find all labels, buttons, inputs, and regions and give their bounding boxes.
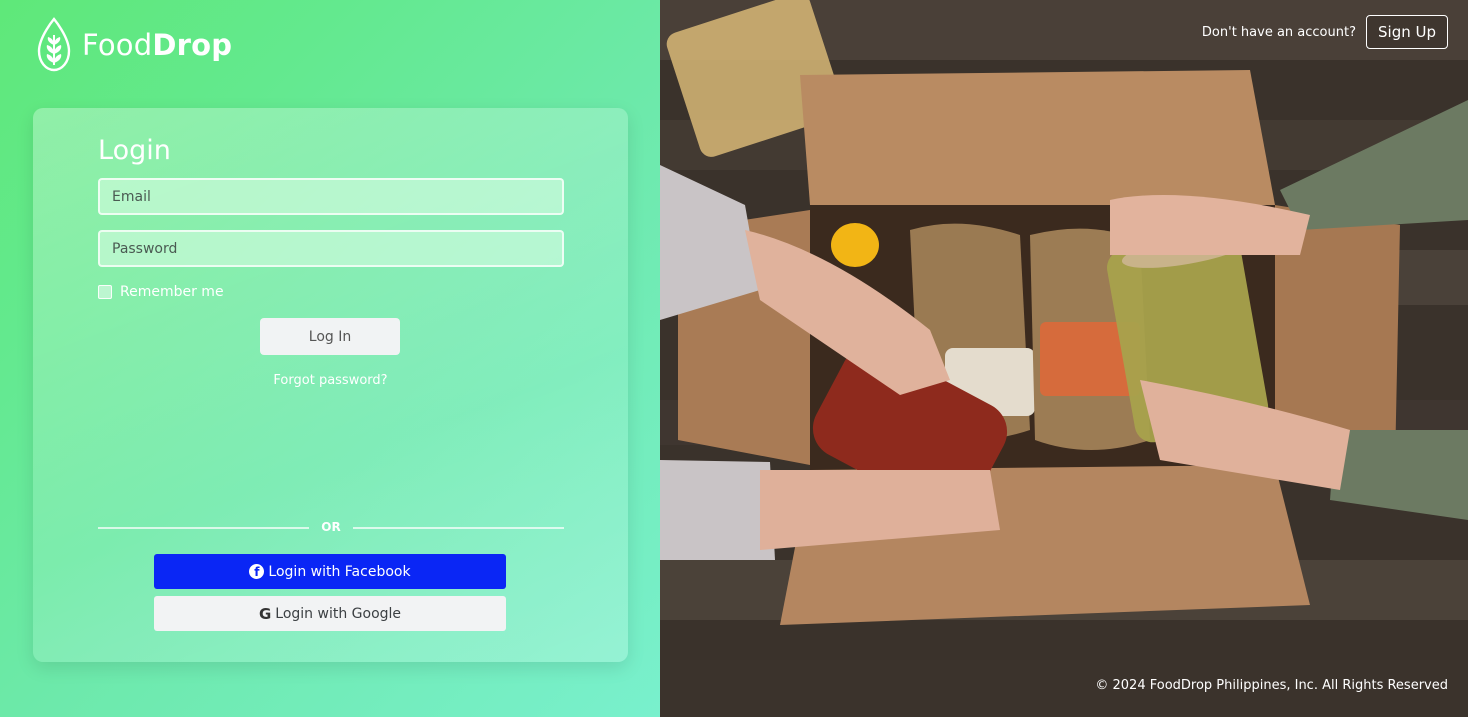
facebook-login-label: Login with Facebook [268, 563, 411, 580]
google-login-button[interactable]: G Login with Google [154, 596, 506, 631]
google-icon: G [258, 604, 272, 623]
google-login-label: Login with Google [275, 605, 402, 622]
leaf-drop-logo-icon [37, 17, 71, 72]
signup-button[interactable]: Sign Up [1366, 15, 1448, 49]
brand-name-bold: Drop [152, 28, 233, 62]
facebook-icon: f [249, 564, 265, 579]
email-field[interactable] [98, 178, 564, 215]
or-divider: OR [98, 520, 564, 536]
remember-me-label: Remember me [120, 284, 224, 300]
remember-me-checkbox[interactable] [98, 285, 112, 299]
food-donation-box-photo [660, 0, 1468, 717]
hero-image-panel: Don't have an account? Sign Up © 2024 Fo… [660, 0, 1468, 717]
login-title: Login [98, 135, 171, 166]
brand-name-light: Food [82, 28, 153, 62]
copyright-text: © 2024 FoodDrop Philippines, Inc. All Ri… [1095, 678, 1448, 693]
divider-line-right [353, 527, 564, 529]
facebook-login-button[interactable]: f Login with Facebook [154, 554, 506, 589]
signup-prompt-text: Don't have an account? [1201, 24, 1356, 40]
brand-logo[interactable]: FoodDrop [36, 17, 232, 73]
signup-prompt-area: Don't have an account? Sign Up [1202, 15, 1448, 49]
remember-me[interactable]: Remember me [98, 284, 224, 300]
password-field[interactable] [98, 230, 564, 267]
login-card: Login Remember me Log In Forgot password… [33, 108, 628, 662]
login-panel: FoodDrop Login Remember me Log In Forgot… [0, 0, 660, 717]
brand-name: FoodDrop [82, 28, 232, 62]
forgot-password-link[interactable]: Forgot password? [33, 373, 628, 388]
login-button[interactable]: Log In [260, 318, 400, 355]
